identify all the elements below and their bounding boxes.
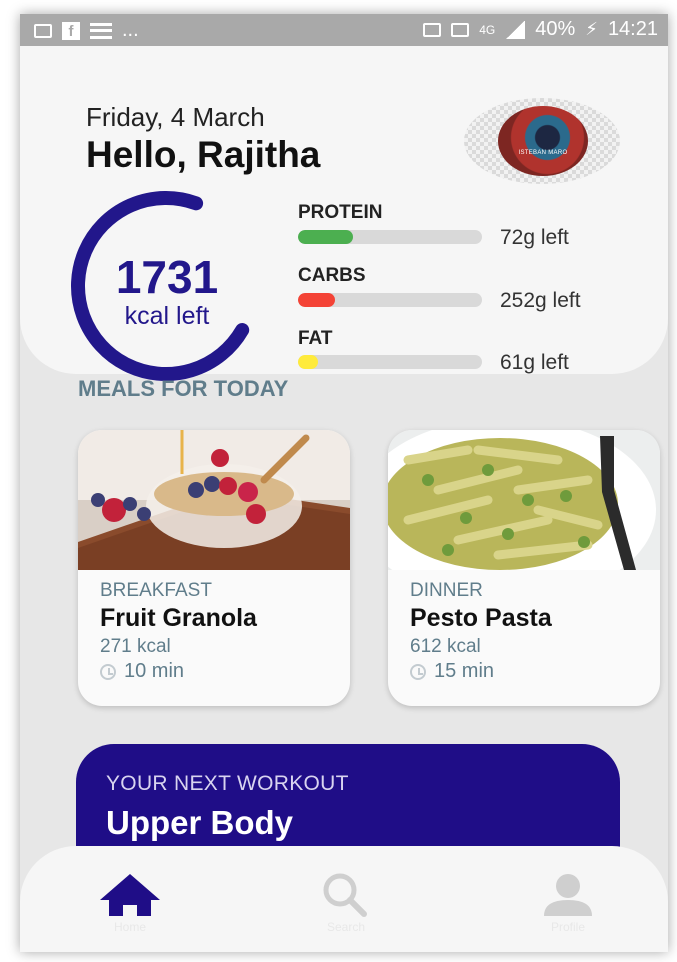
phone-screen: f ... 4G 40% ⚡ 14:21 Friday, 4 March Hel… <box>20 14 668 952</box>
greeting: Hello, Rajitha <box>86 134 321 175</box>
network-type: 4G <box>479 22 496 37</box>
meal-card-dinner[interactable]: DINNER Pesto Pasta 612 kcal 15 min <box>388 430 660 706</box>
bottom-navigation: Home Search Profile <box>20 846 668 952</box>
fat-progress-fill <box>298 355 319 369</box>
meal-duration-text: 15 min <box>434 660 495 682</box>
meal-duration: 10 min <box>100 660 184 683</box>
protein-progress <box>298 230 482 244</box>
carbs-progress <box>298 293 482 307</box>
meals-section-title: MEALS FOR TODAY <box>78 376 289 401</box>
profile-icon <box>544 874 592 916</box>
fat-label: FAT <box>298 328 333 349</box>
clock-icon <box>410 663 426 680</box>
granola-image <box>78 430 350 570</box>
clock-time: 14:21 <box>607 18 658 40</box>
nav-home-label: Home <box>113 920 146 934</box>
carbs-progress-fill <box>298 293 335 307</box>
meal-calories: 612 kcal <box>410 636 481 657</box>
status-bar-right: 4G 40% ⚡ 14:21 <box>423 18 658 41</box>
status-bar-left: f ... <box>34 19 139 42</box>
workout-title: Upper Body <box>106 804 294 841</box>
protein-remaining: 72g left <box>500 226 569 249</box>
overflow-indicator: ... <box>122 19 139 41</box>
fat-remaining: 61g left <box>500 351 569 374</box>
meal-name: Pesto Pasta <box>410 604 552 632</box>
carbs-label: CARBS <box>298 265 366 286</box>
sim-icon <box>423 22 442 37</box>
meal-type: DINNER <box>410 580 483 601</box>
battery-percent: 40% <box>535 18 576 40</box>
nav-search-label: Search <box>326 920 366 934</box>
fat-progress <box>298 355 482 369</box>
menu-icon <box>90 22 112 39</box>
search-icon <box>323 873 367 917</box>
avatar[interactable]: ISTEBAN MARO <box>498 106 588 176</box>
summary-card: Friday, 4 March Hello, Rajitha ISTEBAN M… <box>20 46 668 381</box>
facebook-icon: f <box>62 21 80 40</box>
meal-type: BREAKFAST <box>100 580 212 601</box>
protein-progress-fill <box>298 230 354 244</box>
data-icon <box>451 22 470 37</box>
nav-search[interactable]: Search <box>306 870 386 940</box>
nav-home[interactable]: Home <box>90 870 170 940</box>
home-icon <box>100 874 160 916</box>
carbs-remaining: 252g left <box>500 289 581 312</box>
nav-profile[interactable]: Profile <box>528 870 608 940</box>
meal-name: Fruit Granola <box>100 604 257 632</box>
meal-card-breakfast[interactable]: BREAKFAST Fruit Granola 271 kcal 10 min <box>78 430 350 706</box>
pesto-pasta-image <box>388 430 660 570</box>
protein-label: PROTEIN <box>298 202 383 223</box>
meal-calories: 271 kcal <box>100 636 171 657</box>
signal-icon <box>505 20 526 39</box>
calories-left-value: 1731 <box>115 251 219 303</box>
charging-icon: ⚡ <box>585 19 598 39</box>
calories-left-label: kcal left <box>124 302 210 330</box>
meal-duration-text: 10 min <box>124 660 185 682</box>
avatar-caption: ISTEBAN MARO <box>518 150 568 156</box>
meal-duration: 15 min <box>410 660 494 683</box>
status-bar: f ... 4G 40% ⚡ 14:21 <box>20 14 668 46</box>
workout-kicker: YOUR NEXT WORKOUT <box>106 772 349 795</box>
nav-profile-label: Profile <box>550 920 585 934</box>
mail-icon <box>34 23 52 38</box>
current-date: Friday, 4 March <box>86 102 265 132</box>
clock-icon <box>100 663 116 680</box>
